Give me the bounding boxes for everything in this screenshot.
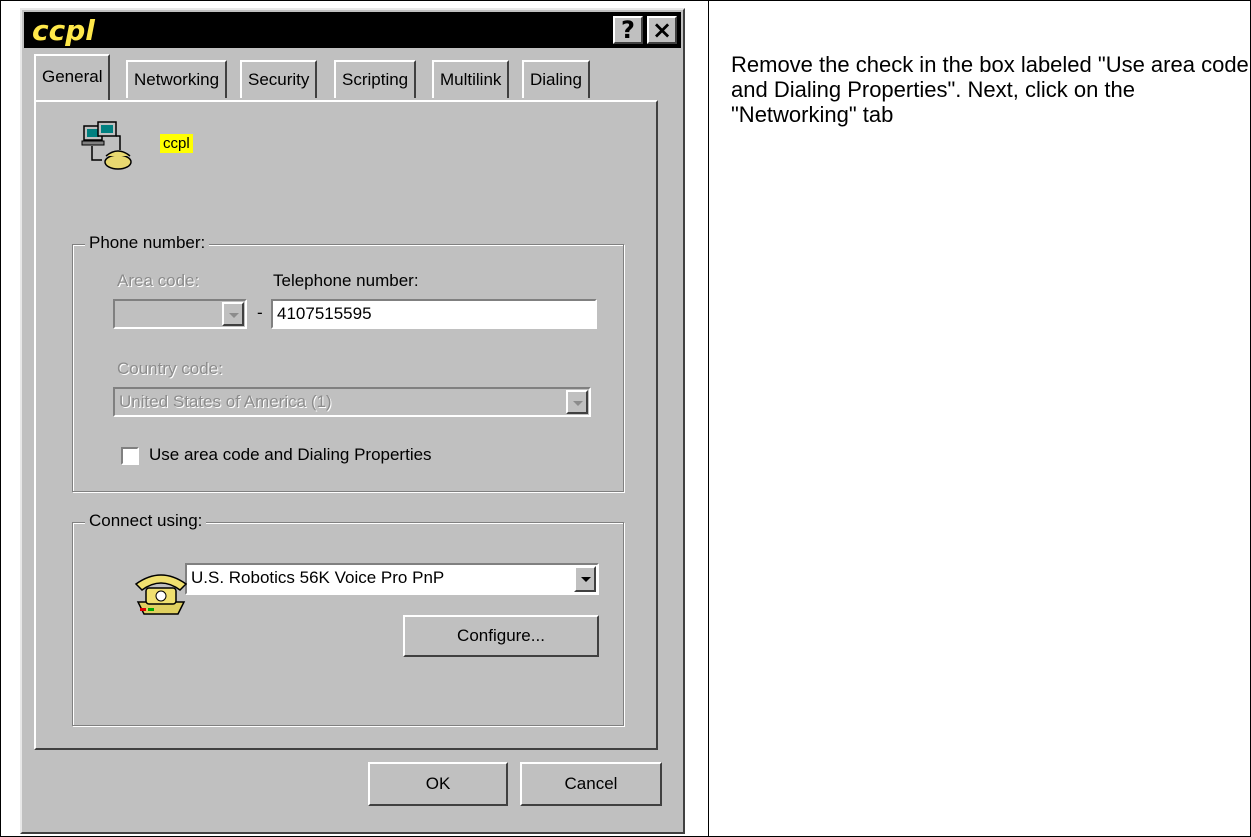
telephone-number-label: Telephone number: bbox=[273, 271, 419, 290]
area-code-dropdown-arrow bbox=[222, 302, 244, 326]
connect-using-label: Connect using: bbox=[85, 511, 207, 531]
country-code-label: Country code: bbox=[117, 359, 223, 378]
tab-dialing[interactable]: Dialing bbox=[522, 60, 590, 98]
modem-value: U.S. Robotics 56K Voice Pro PnP bbox=[191, 568, 445, 587]
country-code-dropdown: United States of America (1) bbox=[113, 387, 591, 417]
area-code-label: Area code: bbox=[117, 271, 200, 290]
configure-button[interactable]: Configure... bbox=[403, 615, 599, 657]
dial-up-connection-icon bbox=[81, 121, 132, 170]
connection-properties-dialog: ccpl ? × General Networking Security Scr… bbox=[20, 8, 685, 834]
phone-number-group-label: Phone number: bbox=[85, 233, 210, 253]
column-divider bbox=[708, 0, 709, 836]
modem-dropdown[interactable]: U.S. Robotics 56K Voice Pro PnP bbox=[185, 563, 599, 595]
title-bar[interactable]: ccpl ? × bbox=[24, 12, 681, 48]
modem-dropdown-arrow[interactable] bbox=[574, 566, 596, 592]
connect-using-group: Connect using: U.S. Robotics 56K Voice P… bbox=[72, 511, 624, 726]
dialog-title: ccpl bbox=[32, 14, 95, 47]
tab-networking[interactable]: Networking bbox=[126, 60, 228, 98]
tab-multilink[interactable]: Multilink bbox=[432, 60, 510, 98]
country-code-dropdown-arrow bbox=[566, 390, 588, 414]
area-code-dropdown bbox=[113, 299, 247, 329]
help-button[interactable]: ? bbox=[613, 16, 643, 44]
cancel-button[interactable]: Cancel bbox=[520, 762, 662, 806]
number-separator: - bbox=[257, 303, 263, 322]
country-code-value: United States of America (1) bbox=[119, 392, 332, 411]
tab-general[interactable]: General bbox=[34, 54, 111, 100]
ok-button[interactable]: OK bbox=[368, 762, 508, 806]
use-area-code-checkbox[interactable] bbox=[121, 447, 139, 465]
tab-scripting[interactable]: Scripting bbox=[334, 60, 417, 98]
general-tab-panel: ccpl Phone number: Area code: Telephone … bbox=[34, 100, 658, 750]
tab-security[interactable]: Security bbox=[240, 60, 318, 98]
connection-name: ccpl bbox=[160, 134, 193, 153]
instruction-text: Remove the check in the box labeled "Use… bbox=[731, 52, 1249, 127]
modem-phone-icon bbox=[134, 574, 188, 615]
use-area-code-label[interactable]: Use area code and Dialing Properties bbox=[149, 445, 432, 465]
telephone-number-input[interactable]: 4107515595 bbox=[271, 299, 597, 329]
phone-number-group: Phone number: Area code: Telephone numbe… bbox=[72, 233, 624, 492]
close-button[interactable]: × bbox=[647, 16, 677, 44]
